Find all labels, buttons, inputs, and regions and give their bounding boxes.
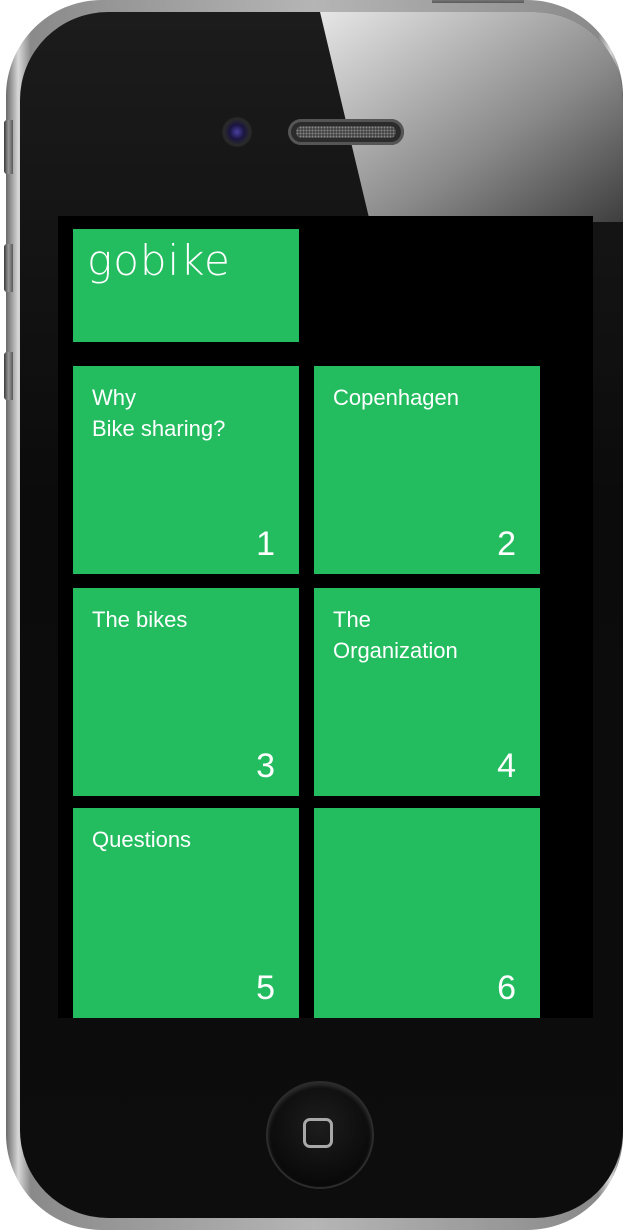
mute-switch — [4, 120, 13, 174]
tile-label: Questions — [92, 827, 192, 852]
volume-down-button — [4, 352, 13, 400]
tile-the-bikes[interactable]: The bikes 3 — [73, 588, 299, 796]
tile-number: 3 — [256, 747, 275, 785]
tile-questions[interactable]: Questions 5 — [73, 808, 299, 1018]
earpiece-speaker — [288, 119, 404, 145]
home-square-icon — [303, 1118, 333, 1148]
tile-six[interactable]: 6 — [314, 808, 540, 1018]
home-button[interactable] — [268, 1083, 372, 1187]
tile-why-bike-sharing[interactable]: Why Bike sharing? 1 — [73, 366, 299, 574]
tile-number: 1 — [256, 525, 275, 563]
tile-label: Why Bike sharing? — [92, 385, 226, 441]
app-title-tile[interactable]: gobike — [73, 229, 299, 342]
tile-number: 2 — [497, 525, 516, 563]
app-screen: gobike Why Bike sharing? 1 Copenhagen 2 … — [58, 216, 593, 1018]
tile-label: The Organization — [333, 607, 458, 663]
volume-up-button — [4, 244, 13, 292]
front-camera — [222, 117, 252, 147]
app-title: gobike — [87, 236, 231, 285]
tile-number: 5 — [256, 969, 275, 1007]
tile-the-organization[interactable]: The Organization 4 — [314, 588, 540, 796]
power-button — [432, 0, 524, 3]
tile-copenhagen[interactable]: Copenhagen 2 — [314, 366, 540, 574]
tile-label: Copenhagen — [333, 385, 460, 410]
tile-label: The bikes — [92, 607, 188, 632]
tile-number: 6 — [497, 969, 516, 1007]
tile-number: 4 — [497, 747, 516, 785]
